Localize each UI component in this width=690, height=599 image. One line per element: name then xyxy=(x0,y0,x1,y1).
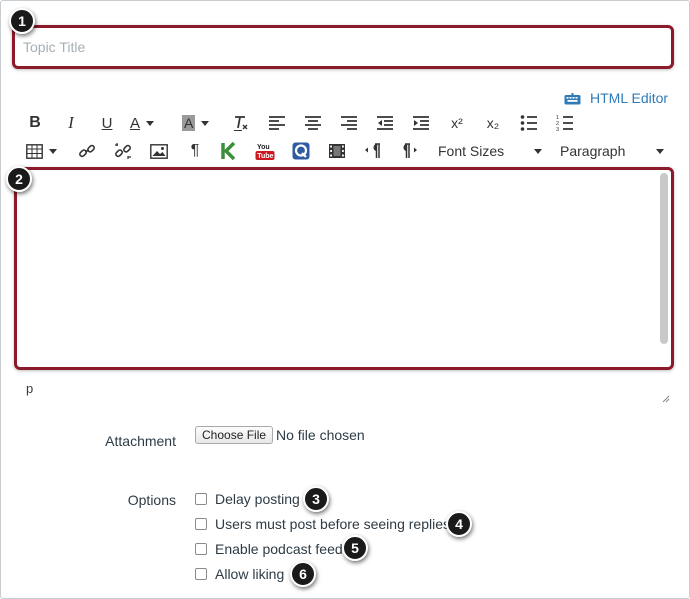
film-icon xyxy=(329,144,345,158)
link-button[interactable] xyxy=(74,138,100,164)
podcast-feed-checkbox[interactable] xyxy=(195,543,207,555)
outdent-button[interactable] xyxy=(372,110,398,136)
table-button[interactable] xyxy=(26,138,62,164)
numbered-list-icon: 123 xyxy=(556,115,573,132)
html-editor-link[interactable]: HTML Editor xyxy=(564,88,668,108)
ltr-button[interactable] xyxy=(360,138,386,164)
toolbar-row-1: B I U A A x² x₂ 123 xyxy=(22,110,582,136)
bold-button[interactable]: B xyxy=(22,110,48,136)
media-button[interactable] xyxy=(324,138,350,164)
svg-text:3: 3 xyxy=(556,127,559,132)
post-before-replies-checkbox[interactable] xyxy=(195,518,207,530)
font-sizes-label: Font Sizes xyxy=(438,143,505,159)
options-label: Options xyxy=(127,492,176,508)
bullet-list-button[interactable] xyxy=(516,110,542,136)
paragraph-mark-button[interactable]: ¶ xyxy=(182,138,208,164)
underline-button[interactable]: U xyxy=(94,110,120,136)
paragraph-format-dropdown[interactable]: Paragraph xyxy=(560,138,664,164)
html-editor-label: HTML Editor xyxy=(590,90,669,106)
resize-handle-icon[interactable] xyxy=(660,393,670,403)
font-sizes-dropdown[interactable]: Font Sizes xyxy=(438,138,542,164)
topic-title-input[interactable] xyxy=(21,33,661,61)
superscript-button[interactable]: x² xyxy=(444,110,470,136)
align-right-icon xyxy=(341,116,357,130)
rtl-icon xyxy=(403,143,417,158)
table-icon xyxy=(26,143,43,159)
callout-badge-4: 4 xyxy=(446,511,472,537)
allow-liking-checkbox[interactable] xyxy=(195,568,207,580)
indent-button[interactable] xyxy=(408,110,434,136)
kaltura-icon xyxy=(221,142,236,160)
quiz-button[interactable] xyxy=(288,138,314,164)
subscript-icon: x₂ xyxy=(486,115,500,131)
keyboard-icon xyxy=(564,92,581,105)
link-icon xyxy=(79,144,95,158)
toolbar-row-2: ¶ You Tube Font Sizes Paragraph xyxy=(22,138,672,164)
align-left-button[interactable] xyxy=(264,110,290,136)
option-delay-posting[interactable]: Delay posting xyxy=(195,490,300,508)
kaltura-button[interactable] xyxy=(216,138,242,164)
bullet-list-icon xyxy=(520,115,537,131)
background-color-button[interactable]: A xyxy=(182,110,220,136)
superscript-icon: x² xyxy=(451,115,463,131)
align-center-button[interactable] xyxy=(300,110,326,136)
italic-button[interactable]: I xyxy=(58,110,84,136)
ltr-icon xyxy=(365,143,380,158)
option-podcast-feed[interactable]: Enable podcast feed xyxy=(195,540,343,558)
unlink-icon xyxy=(115,143,131,159)
quiz-icon xyxy=(292,142,310,160)
delay-posting-checkbox[interactable] xyxy=(195,493,207,505)
indent-icon xyxy=(413,116,429,130)
file-status-text: No file chosen xyxy=(276,427,365,443)
option-allow-liking[interactable]: Allow liking xyxy=(195,565,284,583)
align-left-icon xyxy=(269,116,285,130)
text-color-button[interactable]: A xyxy=(130,110,168,136)
rtl-button[interactable] xyxy=(396,138,422,164)
choose-file-button[interactable]: Choose File xyxy=(195,426,274,444)
subscript-button[interactable]: x₂ xyxy=(480,110,506,136)
background-color-icon: A xyxy=(182,115,196,131)
chevron-down-icon xyxy=(201,120,210,126)
callout-badge-5: 5 xyxy=(342,535,368,561)
editor-path: p xyxy=(26,381,34,396)
chevron-down-icon xyxy=(656,148,664,154)
chevron-down-icon xyxy=(146,120,155,126)
image-icon xyxy=(150,143,168,159)
image-button[interactable] xyxy=(146,138,172,164)
youtube-icon: You Tube xyxy=(255,144,275,160)
post-before-replies-label: Users must post before seeing replies xyxy=(215,516,450,532)
paragraph-format-label: Paragraph xyxy=(560,143,626,159)
align-center-icon xyxy=(305,116,321,130)
unlink-button[interactable] xyxy=(110,138,136,164)
rich-content-editor[interactable] xyxy=(14,167,674,370)
youtube-you-text: You xyxy=(257,144,270,151)
bold-icon: B xyxy=(29,114,41,131)
topic-title-highlight xyxy=(12,25,674,69)
callout-badge-2: 2 xyxy=(6,166,32,192)
youtube-button[interactable]: You Tube xyxy=(252,138,278,164)
outdent-icon xyxy=(377,116,393,130)
italic-icon: I xyxy=(68,113,74,132)
callout-badge-6: 6 xyxy=(290,561,316,587)
text-color-icon: A xyxy=(130,114,141,132)
delay-posting-label: Delay posting xyxy=(215,491,300,507)
allow-liking-label: Allow liking xyxy=(215,566,285,582)
align-right-button[interactable] xyxy=(336,110,362,136)
podcast-feed-label: Enable podcast feed xyxy=(215,541,343,557)
chevron-down-icon xyxy=(534,148,542,154)
chevron-down-icon xyxy=(49,148,57,154)
attachment-label: Attachment xyxy=(105,433,176,449)
clear-formatting-icon xyxy=(234,116,248,131)
underline-icon: U xyxy=(101,114,113,132)
numbered-list-button[interactable]: 123 xyxy=(552,110,578,136)
option-post-before-replies[interactable]: Users must post before seeing replies xyxy=(195,515,450,533)
svg-text:Tube: Tube xyxy=(257,153,273,160)
callout-badge-1: 1 xyxy=(9,8,35,34)
clear-formatting-button[interactable] xyxy=(228,110,254,136)
callout-badge-3: 3 xyxy=(303,486,329,512)
pilcrow-icon: ¶ xyxy=(190,142,200,159)
editor-scrollbar[interactable] xyxy=(660,173,668,344)
